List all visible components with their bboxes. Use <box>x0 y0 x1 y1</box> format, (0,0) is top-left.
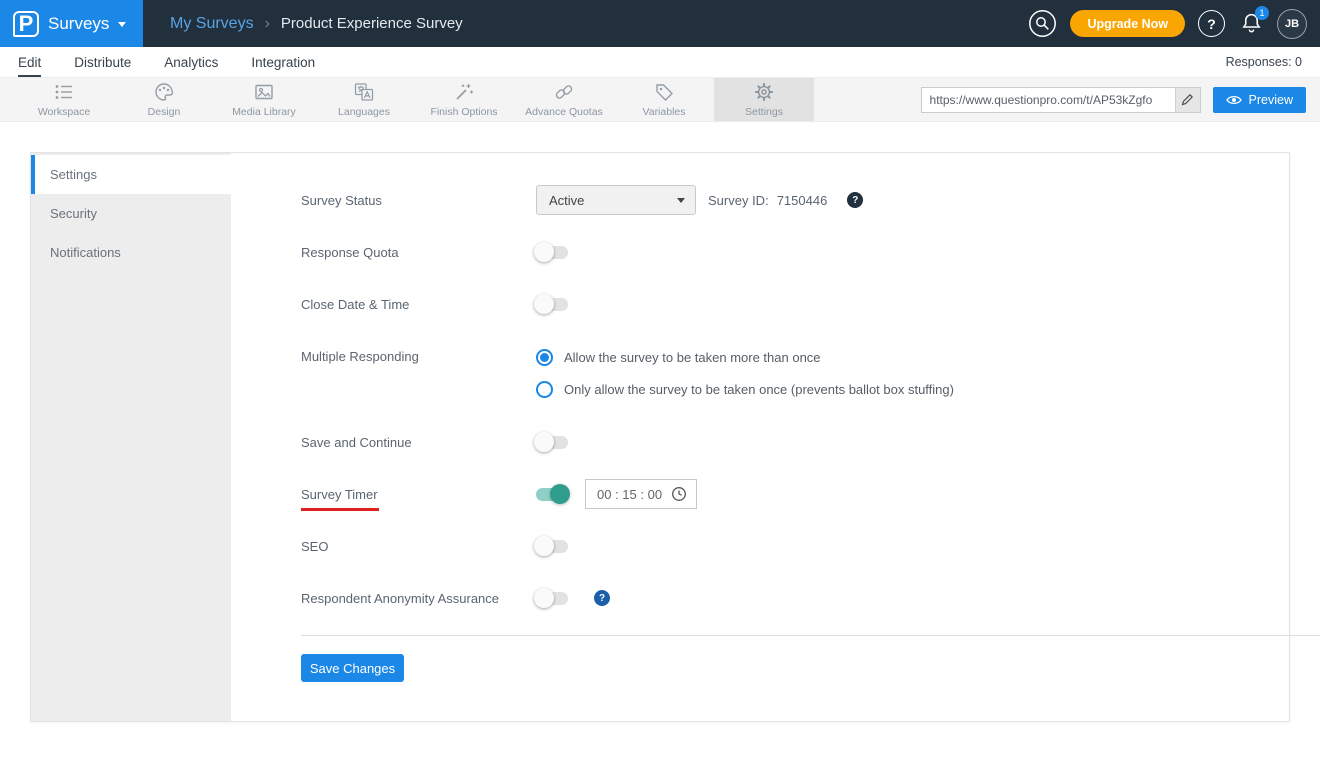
setting-row-response-quota: Response Quota <box>301 237 1320 267</box>
radio-option-multiple-allowed[interactable]: Allow the survey to be taken more than o… <box>536 341 954 373</box>
toolbar-right: Preview <box>920 78 1320 121</box>
survey-url-box <box>920 86 1201 113</box>
radio-unselected-icon <box>536 380 553 398</box>
clock-icon <box>672 487 686 501</box>
save-continue-toggle[interactable] <box>534 432 568 452</box>
tab-analytics[interactable]: Analytics <box>164 47 218 77</box>
breadcrumb-my-surveys[interactable]: My Surveys <box>170 15 254 33</box>
chevron-down-icon <box>677 197 685 203</box>
setting-row-close-date: Close Date & Time <box>301 289 1320 319</box>
palette-icon <box>155 83 174 101</box>
questionpro-logo-icon: P <box>13 10 39 37</box>
chain-links-icon <box>555 85 573 99</box>
multiple-responding-options: Allow the survey to be taken more than o… <box>536 341 954 405</box>
search-button[interactable] <box>1028 9 1057 38</box>
response-quota-toggle[interactable] <box>534 242 568 262</box>
toolbar-item-finish-options[interactable]: Finish Options <box>414 78 514 121</box>
survey-timer-toggle[interactable] <box>536 484 570 504</box>
toolbar-item-design[interactable]: Design <box>114 78 214 121</box>
languages-icon <box>354 83 374 101</box>
setting-row-anonymity: Respondent Anonymity Assurance ? <box>301 583 1320 613</box>
multiple-responding-label: Multiple Responding <box>301 349 419 364</box>
help-button[interactable]: ? <box>1198 10 1225 37</box>
survey-timer-label: Survey Timer <box>301 487 536 511</box>
settings-card: Settings Security Notifications Survey S… <box>30 152 1320 722</box>
preview-button[interactable]: Preview <box>1212 86 1306 113</box>
sidebar-item-notifications[interactable]: Notifications <box>31 233 231 272</box>
avatar[interactable]: JB <box>1277 8 1307 39</box>
notification-badge: 1 <box>1255 5 1269 20</box>
toolbar-item-advance-quotas[interactable]: Advance Quotas <box>514 78 614 121</box>
responses-count: Responses: 0 <box>1225 55 1302 69</box>
settings-form: Survey Status Active Survey ID: 7150446 … <box>231 153 1320 721</box>
setting-row-seo: SEO <box>301 531 1320 561</box>
save-continue-label: Save and Continue <box>301 434 412 450</box>
setting-row-save-continue: Save and Continue <box>301 427 1320 457</box>
survey-id-help-icon[interactable]: ? <box>847 192 864 208</box>
anonymity-help-icon[interactable]: ? <box>594 590 610 606</box>
toolbar-item-languages[interactable]: Languages <box>314 78 414 121</box>
app-name: Surveys <box>48 13 110 33</box>
notifications-button[interactable]: 1 <box>1238 5 1269 37</box>
toolbar-item-workspace[interactable]: Workspace <box>14 78 114 121</box>
module-tabs: Edit Distribute Analytics Integration <box>18 47 315 77</box>
toolbar-item-variables[interactable]: Variables <box>614 78 714 121</box>
tag-icon <box>656 84 673 101</box>
module-nav: Edit Distribute Analytics Integration Re… <box>0 47 1320 78</box>
toolbar-item-media-library[interactable]: Media Library <box>214 78 314 121</box>
save-changes-button[interactable]: Save Changes <box>301 654 404 682</box>
tab-integration[interactable]: Integration <box>251 47 315 77</box>
gear-icon <box>755 83 773 101</box>
survey-timer-input[interactable]: 00 : 15 : 00 <box>585 479 697 509</box>
survey-status-dropdown[interactable]: Active <box>536 185 696 215</box>
sidebar-item-settings[interactable]: Settings <box>31 155 231 194</box>
breadcrumb-current-survey: Product Experience Survey <box>280 15 463 32</box>
radio-selected-icon <box>536 348 553 366</box>
workspace-icon <box>55 85 72 99</box>
magic-wand-icon <box>456 84 473 100</box>
sidebar-item-security[interactable]: Security <box>31 194 231 233</box>
settings-sidebar: Settings Security Notifications <box>31 153 231 721</box>
seo-toggle[interactable] <box>534 536 568 556</box>
seo-label: SEO <box>301 538 329 554</box>
tab-edit[interactable]: Edit <box>18 47 42 77</box>
response-quota-label: Response Quota <box>301 244 399 260</box>
toolbar-item-settings[interactable]: Settings <box>714 78 814 121</box>
radio-option-once-only[interactable]: Only allow the survey to be taken once (… <box>536 373 954 405</box>
search-icon <box>1029 10 1057 37</box>
annotation-red-underline <box>301 507 379 511</box>
chevron-down-icon <box>118 22 127 27</box>
upgrade-now-button[interactable]: Upgrade Now <box>1070 10 1185 37</box>
close-date-label: Close Date & Time <box>301 296 410 312</box>
close-date-toggle[interactable] <box>534 294 568 314</box>
survey-status-label: Survey Status <box>301 192 382 208</box>
question-mark-icon: ? <box>1207 15 1216 32</box>
survey-id-value: 7150446 <box>776 192 828 208</box>
survey-id-label: Survey ID: <box>708 192 769 208</box>
edit-url-button[interactable] <box>1174 87 1200 112</box>
image-icon <box>255 84 273 100</box>
survey-url-input[interactable] <box>921 92 1175 107</box>
breadcrumb: My Surveys › Product Experience Survey <box>170 15 463 33</box>
breadcrumb-separator-icon: › <box>264 14 270 32</box>
anonymity-toggle[interactable] <box>534 588 568 608</box>
topbar: P Surveys My Surveys › Product Experienc… <box>0 0 1320 47</box>
setting-row-survey-timer: Survey Timer 00 : 15 : 00 <box>301 479 1320 511</box>
anonymity-label: Respondent Anonymity Assurance <box>301 590 500 606</box>
edit-toolbar: Workspace Design Media Library Languages <box>0 78 1320 122</box>
tab-distribute[interactable]: Distribute <box>74 47 131 77</box>
setting-row-survey-status: Survey Status Active Survey ID: 7150446 … <box>301 185 1320 215</box>
topbar-actions: Upgrade Now ? 1 JB <box>1028 0 1307 47</box>
eye-icon <box>1225 95 1242 104</box>
app-switcher[interactable]: P Surveys <box>0 0 143 47</box>
form-divider <box>301 635 1320 636</box>
setting-row-multiple-responding: Multiple Responding Allow the survey to … <box>301 341 1320 405</box>
pencil-icon <box>1181 94 1194 106</box>
